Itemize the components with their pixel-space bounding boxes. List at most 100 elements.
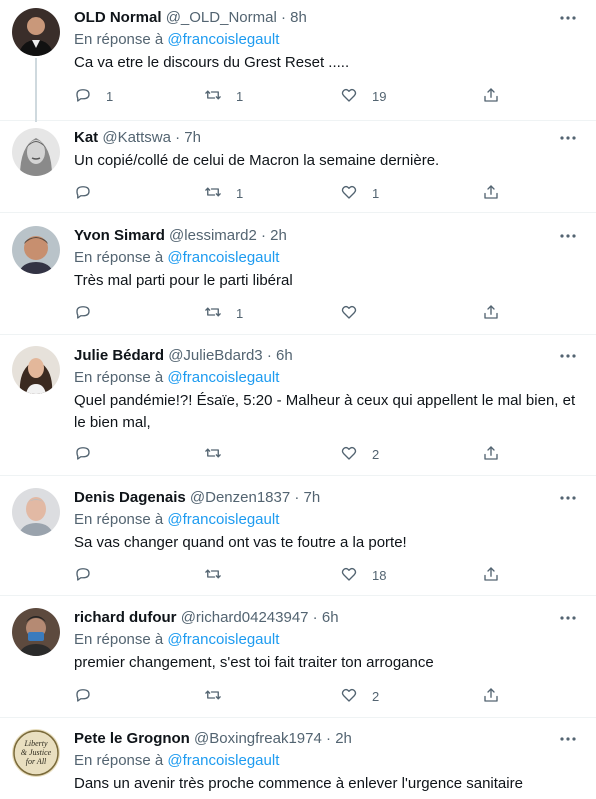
reply-button[interactable]: 1 [74,84,113,108]
avatar[interactable] [12,226,60,274]
tweet-item[interactable]: Denis Dagenais @Denzen1837 · 7h En répons… [0,475,596,596]
display-name[interactable]: Yvon Simard [74,227,165,244]
user-handle[interactable]: @_OLD_Normal [166,9,277,26]
reply-context: En réponse à @francoislegault [74,751,584,771]
reply-button[interactable] [74,684,106,708]
display-name[interactable]: Denis Dagenais [74,489,186,506]
tweet-item[interactable]: OLD Normal @_OLD_Normal · 8h En réponse à… [0,0,596,122]
retweet-button[interactable]: 1 [204,84,243,108]
mention-link[interactable]: @francoislegault [167,249,279,266]
tweet-body: Yvon Simard @lessimard2 · 2h En réponse à… [74,226,584,292]
heart-icon [340,444,358,465]
tweet-item[interactable]: Julie Bédard @JulieBdard3 · 6h En réponse… [0,334,596,476]
tweet-item[interactable]: richard dufour @richard04243947 · 6h En r… [0,595,596,718]
heart-icon [340,303,358,324]
share-button[interactable] [482,301,500,325]
heart-icon [340,565,358,586]
timestamp[interactable]: 2h [270,227,287,244]
retweet-icon [204,686,222,707]
retweet-button[interactable] [204,442,236,466]
tweet-header: Pete le Grognon @Boxingfreak1974 · 2h [74,729,584,749]
display-name[interactable]: OLD Normal [74,9,162,26]
share-icon [482,686,500,707]
reply-context: En réponse à @francoislegault [74,248,584,268]
retweet-button[interactable]: 1 [204,301,243,325]
share-button[interactable] [482,84,500,108]
tweet-item[interactable]: Liberty & Justice for All Pete le Grognon @… [0,717,596,799]
reply-count: 1 [106,88,114,104]
timestamp[interactable]: 7h [184,129,201,146]
retweet-icon [204,444,222,465]
like-button[interactable]: 1 [340,181,379,205]
tweet-actions: 11 [74,181,514,205]
user-handle[interactable]: @lessimard2 [169,227,257,244]
reply-feed: OLD Normal @_OLD_Normal · 8h En réponse à… [0,0,596,799]
tweet-item[interactable]: Yvon Simard @lessimard2 · 2h En réponse à… [0,212,596,335]
tweet-item[interactable]: Kat @Kattswa · 7h Un copié/collé de celui… [0,120,596,213]
share-button[interactable] [482,442,500,466]
share-icon [482,86,500,107]
tweet-header: Kat @Kattswa · 7h [74,128,584,148]
tweet-text: premier changement, s'est toi fait trait… [74,654,434,671]
display-name[interactable]: Kat [74,129,98,146]
retweet-count: 1 [236,185,244,201]
retweet-icon [204,86,222,107]
retweet-button[interactable] [204,684,236,708]
reply-icon [74,183,92,204]
retweet-button[interactable]: 1 [204,181,243,205]
like-button[interactable] [340,301,372,325]
avatar[interactable] [12,346,60,394]
share-button[interactable] [482,684,500,708]
like-count: 19 [372,88,387,104]
avatar[interactable] [12,608,60,656]
reply-button[interactable] [74,442,106,466]
avatar[interactable] [12,488,60,536]
tweet-actions: 2 [74,442,514,466]
reply-context: En réponse à @francoislegault [74,30,584,50]
reply-context: En réponse à @francoislegault [74,368,584,388]
like-button[interactable]: 2 [340,442,379,466]
mention-link[interactable]: @francoislegault [167,511,279,528]
heart-icon [340,86,358,107]
mention-link[interactable]: @francoislegault [167,31,279,48]
like-button[interactable]: 18 [340,563,386,587]
user-handle[interactable]: @Denzen1837 [190,489,290,506]
user-handle[interactable]: @richard04243947 [181,609,309,626]
like-count: 1 [372,185,380,201]
tweet-body: richard dufour @richard04243947 · 6h En r… [74,608,584,674]
display-name[interactable]: richard dufour [74,609,177,626]
share-button[interactable] [482,181,500,205]
mention-link[interactable]: @francoislegault [167,752,279,769]
avatar[interactable]: Liberty & Justice for All [12,729,60,777]
user-handle[interactable]: @Kattswa [102,129,171,146]
timestamp[interactable]: 7h [304,489,321,506]
share-icon [482,444,500,465]
avatar[interactable] [12,8,60,56]
avatar-text: & Justice [21,748,52,757]
mention-link[interactable]: @francoislegault [167,631,279,648]
retweet-icon [204,565,222,586]
user-handle[interactable]: @JulieBdard3 [168,347,262,364]
display-name[interactable]: Julie Bédard [74,347,164,364]
mention-link[interactable]: @francoislegault [167,369,279,386]
reply-button[interactable] [74,563,106,587]
timestamp[interactable]: 8h [290,9,307,26]
heart-icon [340,183,358,204]
retweet-button[interactable] [204,563,236,587]
avatar[interactable] [12,128,60,176]
like-button[interactable]: 2 [340,684,379,708]
tweet-body: OLD Normal @_OLD_Normal · 8h En réponse à… [74,8,584,74]
reply-context: En réponse à @francoislegault [74,510,584,530]
share-button[interactable] [482,563,500,587]
reply-button[interactable] [74,301,106,325]
like-button[interactable]: 19 [340,84,386,108]
timestamp[interactable]: 6h [322,609,339,626]
timestamp[interactable]: 6h [276,347,293,364]
separator-dot: · [262,347,276,364]
share-icon [482,183,500,204]
tweet-actions: 1 1 19 [74,84,514,108]
display-name[interactable]: Pete le Grognon [74,730,190,747]
user-handle[interactable]: @Boxingfreak1974 [194,730,322,747]
reply-button[interactable] [74,181,106,205]
timestamp[interactable]: 2h [335,730,352,747]
